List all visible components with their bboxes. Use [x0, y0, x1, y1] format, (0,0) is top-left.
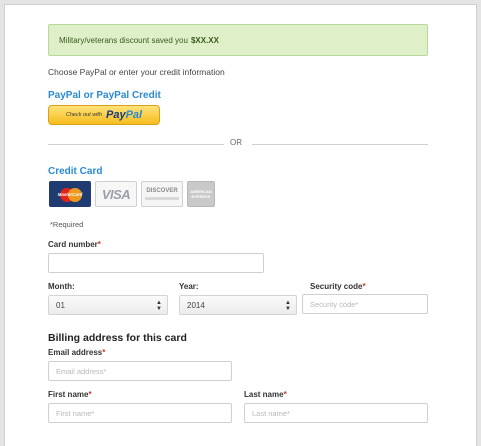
accepted-cards: MasterCard VISA DISCOVER AMERICAN EXPRES…: [49, 181, 215, 207]
divider-line-left: [48, 144, 224, 145]
paypal-logo-icon: PayPal: [105, 109, 143, 121]
month-label: Month:: [48, 282, 75, 291]
select-arrows-icon: ▲ ▼: [156, 300, 162, 312]
paypal-section-title: PayPal or PayPal Credit: [48, 90, 161, 101]
year-select[interactable]: 2014 ▲ ▼: [179, 295, 297, 315]
divider-line-right: [252, 144, 428, 145]
billing-heading: Billing address for this card: [48, 332, 187, 344]
year-value: 2014: [187, 300, 205, 310]
first-name-input[interactable]: First name*: [48, 403, 232, 423]
discover-icon: DISCOVER: [141, 181, 183, 207]
month-value: 01: [56, 300, 65, 310]
paypal-button-caption: Check out with: [65, 112, 102, 118]
mastercard-icon: MasterCard: [49, 181, 91, 207]
or-text: OR: [230, 138, 242, 147]
month-select[interactable]: 01 ▲ ▼: [48, 295, 168, 315]
email-input[interactable]: Email address*: [48, 361, 232, 381]
year-label: Year:: [179, 282, 199, 291]
or-divider: OR: [48, 138, 428, 150]
discount-banner-text: Military/veterans discount saved you: [59, 35, 188, 45]
discount-banner: Military/veterans discount saved you $XX…: [48, 24, 428, 56]
discount-amount: $XX.XX: [190, 35, 219, 45]
last-name-label: Last name*: [244, 390, 287, 399]
first-name-label: First name*: [48, 390, 92, 399]
email-label: Email address*: [48, 348, 106, 357]
last-name-input[interactable]: Last name*: [244, 403, 428, 423]
security-code-label: Security code*: [310, 282, 366, 291]
select-arrows-icon: ▲ ▼: [285, 300, 291, 312]
payment-intro-text: Choose PayPal or enter your credit infor…: [48, 67, 225, 77]
paypal-checkout-button[interactable]: Check out with PayPal: [48, 105, 160, 125]
security-code-input[interactable]: Security code*: [302, 294, 428, 314]
credit-card-section-title: Credit Card: [48, 166, 103, 177]
card-number-input[interactable]: [48, 253, 264, 273]
card-number-label: Card number*: [48, 240, 101, 249]
required-note: *Required: [50, 220, 84, 229]
amex-icon: AMERICAN EXPRESS: [187, 181, 215, 207]
visa-icon: VISA: [95, 181, 137, 207]
